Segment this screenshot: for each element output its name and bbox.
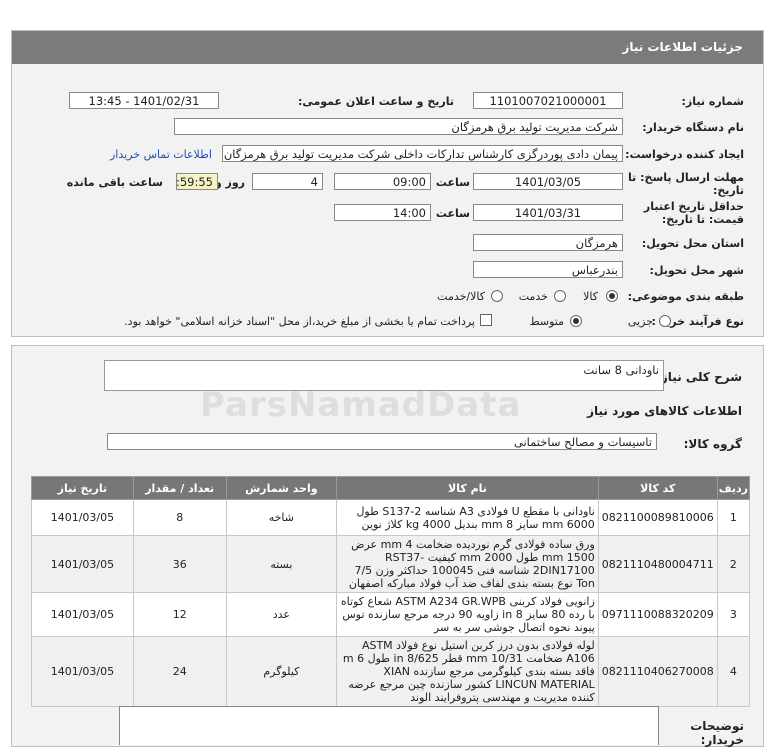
table-row[interactable]: 3 0971110088320209 زانویی فولاد کربنی AS… [31,592,751,637]
city-field[interactable]: بندرعباس [473,261,623,278]
col-name-header: نام کالا [336,476,599,500]
remaining-time-field: 18:59:55 [176,173,218,190]
category-label: طبقه بندی موضوعی: [627,290,744,303]
deadline-label-2: تاریخ: [712,184,744,197]
general-desc-label: شرح کلی نیاز: [656,370,742,384]
creator-field[interactable]: پیمان دادی پوردرگزی کارشناس تدارکات داخل… [222,145,623,162]
purchase-radio-minor[interactable] [659,315,671,327]
cell-unit: بسته [225,535,338,593]
col-qty-header: تعداد / مقدار [132,476,227,500]
table-row[interactable]: 4 0821110406270008 لوله فولادی بدون درز … [31,636,751,707]
validity-time-label: ساعت [435,207,470,220]
category-option-goods-service: کالا/خدمت [437,290,485,303]
deadline-label-1: مهلت ارسال پاسخ: تا [628,171,744,184]
buyer-notes-label-1: توضیحات [690,719,744,733]
category-radio-service[interactable] [554,290,566,302]
panel-title-bar: جزئیات اطلاعات نیاز [12,31,763,64]
panel-title: جزئیات اطلاعات نیاز [622,40,743,54]
cell-date: 1401/03/05 [31,592,134,637]
cell-date: 1401/03/05 [31,636,134,707]
goods-table: ردیف کد کالا نام کالا واحد شمارش تعداد /… [31,476,751,707]
goods-group-field[interactable]: تاسیسات و مصالح ساختمانی [107,433,657,450]
remaining-time-label: ساعت باقی مانده [66,176,163,189]
purchase-radio-medium[interactable] [570,315,582,327]
cell-code: 0971110088320209 [597,592,718,637]
creator-label: ایجاد کننده درخواست: [625,148,744,161]
goods-group-label: گروه کالا: [683,437,742,451]
need-number-label: شماره نیاز: [681,95,744,108]
cell-index: 1 [716,499,751,536]
buyer-notes-field[interactable] [119,706,659,745]
deadline-time-label: ساعت [435,176,470,189]
cell-qty: 36 [132,535,227,593]
col-code-header: کد کالا [597,476,718,500]
days-field[interactable]: 4 [252,173,323,190]
cell-unit: عدد [225,592,338,637]
days-label: روز و [214,176,245,189]
announce-label: تاریخ و ساعت اعلان عمومی: [297,95,454,108]
purchase-option-medium: متوسط [529,315,564,328]
contact-buyer-link[interactable]: اطلاعات تماس خریدار [110,148,212,161]
cell-name: ناودانی با مقطع U فولادی A3 شناسه S137-2… [336,499,599,536]
validity-label-2: قیمت: تا تاریخ: [661,213,744,226]
category-option-goods: کالا [583,290,598,303]
cell-date: 1401/03/05 [31,499,134,536]
category-radio-goods-service[interactable] [491,290,503,302]
city-label: شهر محل تحویل: [649,264,744,277]
province-field[interactable]: هرمزگان [473,234,623,251]
cell-unit: کیلوگرم [225,636,338,707]
deadline-time-field[interactable]: 09:00 [334,173,431,190]
need-number-field[interactable]: 1101007021000001 [473,92,623,109]
payment-note: پرداخت تمام یا بخشی از مبلغ خرید،از محل … [124,315,475,328]
cell-date: 1401/03/05 [31,535,134,593]
cell-qty: 8 [132,499,227,536]
announce-field[interactable]: 1401/02/31 - 13:45 [69,92,219,109]
col-date-header: تاریخ نیاز [31,476,134,500]
cell-index: 4 [716,636,751,707]
purchase-option-minor: جزیی [627,315,653,328]
table-row[interactable]: 2 0821110480004711 ورق ساده فولادی گرم ن… [31,535,751,593]
cell-qty: 12 [132,592,227,637]
cell-name: ورق ساده فولادی گرم نوردیده ضخامت 4 mm ع… [336,535,599,593]
general-desc-field[interactable]: ناودانی 8 سانت [104,360,664,391]
col-unit-header: واحد شمارش [225,476,338,500]
validity-time-field[interactable]: 14:00 [334,204,431,221]
cell-code: 0821110406270008 [597,636,718,707]
validity-date-field[interactable]: 1401/03/31 [473,204,623,221]
buyer-org-label: نام دستگاه خریدار: [642,121,744,134]
table-header-row: ردیف کد کالا نام کالا واحد شمارش تعداد /… [31,476,751,500]
cell-index: 2 [716,535,751,593]
cell-code: 0821100089810006 [597,499,718,536]
category-radio-goods[interactable] [606,290,618,302]
cell-name: لوله فولادی بدون درز کربن استیل نوع فولا… [336,636,599,707]
deadline-date-field[interactable]: 1401/03/05 [473,173,623,190]
buyer-org-field[interactable]: شرکت مدیریت تولید برق هرمزگان [174,118,623,135]
col-index-header: ردیف [716,476,751,500]
cell-unit: شاخه [225,499,338,536]
validity-label-1: حداقل تاریخ اعتبار [643,200,744,213]
cell-index: 3 [716,592,751,637]
cell-code: 0821110480004711 [597,535,718,593]
table-row[interactable]: 1 0821100089810006 ناودانی با مقطع U فول… [31,499,751,536]
goods-info-title: اطلاعات کالاهای مورد نیاز [587,404,742,418]
cell-name: زانویی فولاد کربنی ASTM A234 GR.WPB شعاع… [336,592,599,637]
cell-qty: 24 [132,636,227,707]
category-option-service: خدمت [518,290,548,303]
province-label: استان محل تحویل: [641,237,744,250]
treasury-checkbox[interactable] [480,314,492,326]
